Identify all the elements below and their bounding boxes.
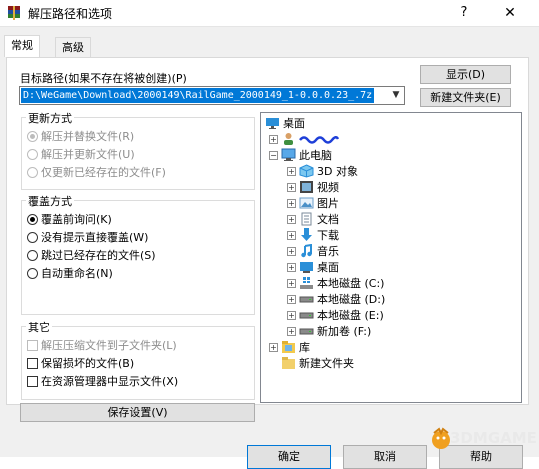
video-icon (300, 181, 313, 193)
help-icon[interactable]: ? (452, 2, 476, 24)
other-options-group: 其它 解压压缩文件到子文件夹(L) 保留损坏的文件(B) 在资源管理器中显示文件… (21, 319, 255, 400)
expand-icon[interactable]: + (287, 214, 296, 224)
checkbox-icon[interactable] (27, 375, 38, 387)
tab-general[interactable]: 常规 (4, 35, 40, 57)
ok-button[interactable]: 确定 (247, 445, 331, 469)
radio-icon[interactable] (27, 249, 38, 261)
tree-node-desktop-pc[interactable]: + 桌面 (287, 259, 339, 275)
winrar-icon (8, 6, 20, 20)
pictures-icon (299, 197, 314, 209)
expand-icon[interactable]: + (287, 294, 296, 304)
expand-icon[interactable]: + (287, 166, 296, 176)
tree-node-this-pc[interactable]: − 此电脑 (269, 147, 332, 163)
drive-icon (299, 328, 314, 335)
tab-advanced[interactable]: 高级 (55, 37, 91, 57)
desktop-icon (266, 118, 279, 129)
tree-node-documents[interactable]: + 文档 (287, 211, 339, 227)
update-mode-group: 更新方式 解压并替换文件(R) 解压并更新文件(U) 仅更新已经存在的文件(F) (21, 110, 255, 190)
radio-icon (27, 166, 38, 178)
expand-icon[interactable]: + (287, 230, 296, 240)
drive-icon (299, 312, 314, 319)
3d-objects-icon (299, 164, 314, 178)
library-icon (282, 341, 295, 353)
checkbox-extract-to-subfolder: 解压压缩文件到子文件夹(L) (27, 337, 177, 353)
save-settings-button[interactable]: 保存设置(V) (20, 403, 255, 422)
radio-skip-existing[interactable]: 跳过已经存在的文件(S) (27, 247, 156, 263)
computer-icon (281, 148, 296, 161)
new-folder-button[interactable]: 新建文件夹(E) (420, 88, 511, 107)
desktop-icon (300, 262, 313, 273)
redacted-scribble (299, 136, 339, 144)
expand-icon[interactable]: + (287, 262, 296, 272)
expand-icon[interactable]: + (287, 198, 296, 208)
checkbox-icon[interactable] (27, 357, 38, 369)
folder-icon (282, 357, 295, 369)
tree-node-music[interactable]: + 音乐 (287, 243, 339, 259)
tree-node-downloads[interactable]: + 下载 (287, 227, 339, 243)
chevron-down-icon[interactable]: ▼ (388, 87, 404, 104)
path-input[interactable]: D:\WeGame\Download\2000149\RailGame_2000… (21, 88, 375, 103)
user-icon (284, 133, 293, 145)
documents-icon (301, 212, 312, 226)
radio-icon (27, 130, 38, 142)
group-title: 更新方式 (26, 110, 74, 126)
expand-icon[interactable]: + (269, 134, 278, 144)
path-label: 目标路径(如果不存在将被创建)(P) (20, 72, 187, 85)
watermark: 3DMGAME (430, 425, 539, 453)
group-title: 覆盖方式 (26, 193, 74, 209)
checkbox-keep-broken-files[interactable]: 保留损坏的文件(B) (27, 355, 134, 371)
watermark-text: 3DMGAME (450, 429, 537, 447)
dialog-body: 常规 高级 目标路径(如果不存在将被创建)(P) D:\WeGame\Downl… (0, 27, 539, 469)
windows-drive-icon (300, 277, 313, 289)
music-icon (301, 244, 312, 258)
path-combobox[interactable]: D:\WeGame\Download\2000149\RailGame_2000… (19, 86, 405, 105)
tree-node-drive-f[interactable]: + 新加卷 (F:) (287, 323, 371, 339)
radio-icon[interactable] (27, 267, 38, 279)
radio-icon[interactable] (27, 213, 38, 225)
radio-icon (27, 148, 38, 160)
group-title: 其它 (26, 319, 52, 335)
tree-node-drive-e[interactable]: + 本地磁盘 (E:) (287, 307, 384, 323)
radio-overwrite-without-prompt[interactable]: 没有提示直接覆盖(W) (27, 229, 148, 245)
tree-node-video[interactable]: + 视频 (287, 179, 339, 195)
checkbox-show-in-explorer[interactable]: 在资源管理器中显示文件(X) (27, 373, 178, 389)
radio-auto-rename[interactable]: 自动重命名(N) (27, 265, 113, 281)
radio-extract-update: 解压并更新文件(U) (27, 146, 135, 162)
tree-node-3d-objects[interactable]: + 3D 对象 (287, 163, 358, 179)
expand-icon[interactable]: + (287, 246, 296, 256)
expand-icon[interactable]: + (269, 342, 278, 352)
tree-node-drive-d[interactable]: + 本地磁盘 (D:) (287, 291, 385, 307)
tree-node-new-folder[interactable]: 新建文件夹 (281, 355, 354, 371)
radio-icon[interactable] (27, 231, 38, 243)
collapse-icon[interactable]: − (269, 150, 278, 160)
download-icon (301, 228, 312, 241)
tree-node-user[interactable]: + (269, 131, 339, 147)
folder-tree[interactable]: 桌面 + − 此电脑 + 3D 对象 + 视频 + 图片 + 文档 + 下载 +… (260, 112, 522, 403)
checkbox-icon (27, 339, 38, 351)
radio-extract-replace: 解压并替换文件(R) (27, 128, 134, 144)
expand-icon[interactable]: + (287, 310, 296, 320)
radio-ask-before-overwrite[interactable]: 覆盖前询问(K) (27, 211, 112, 227)
cancel-button[interactable]: 取消 (343, 445, 427, 469)
window-title: 解压路径和选项 (28, 7, 113, 21)
expand-icon[interactable]: + (287, 182, 296, 192)
tree-node-drive-c[interactable]: + 本地磁盘 (C:) (287, 275, 384, 291)
expand-icon[interactable]: + (287, 326, 296, 336)
expand-icon[interactable]: + (287, 278, 296, 288)
tree-node-libraries[interactable]: + 库 (269, 339, 310, 355)
tree-node-desktop[interactable]: 桌面 (265, 115, 305, 131)
overwrite-mode-group: 覆盖方式 覆盖前询问(K) 没有提示直接覆盖(W) 跳过已经存在的文件(S) 自… (21, 193, 255, 315)
drive-icon (299, 296, 314, 303)
close-icon[interactable]: ✕ (488, 2, 532, 24)
title-bar: 解压路径和选项 ? ✕ (0, 0, 539, 27)
tree-node-pictures[interactable]: + 图片 (287, 195, 339, 211)
radio-update-existing: 仅更新已经存在的文件(F) (27, 164, 166, 180)
watermark-logo-icon (432, 427, 450, 449)
show-button[interactable]: 显示(D) (420, 65, 511, 84)
